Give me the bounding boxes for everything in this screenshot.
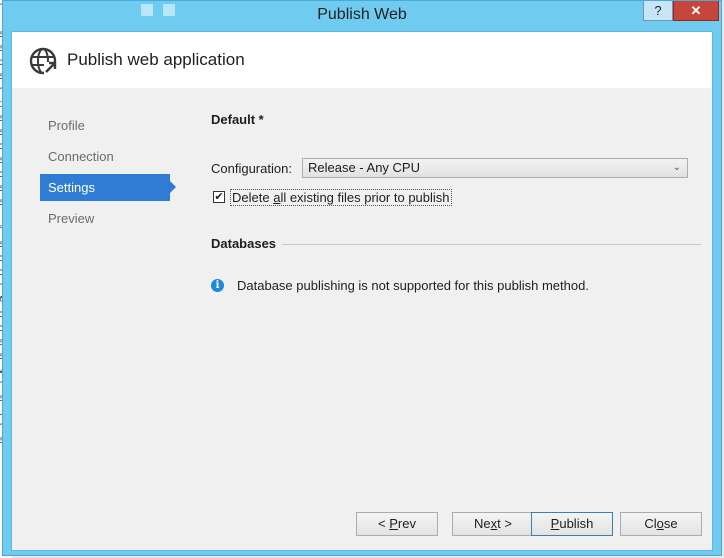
settings-panel: Default * Configuration: Release - Any C… — [211, 112, 701, 293]
button-label-part: < — [378, 516, 390, 531]
window-title: Publish Web — [317, 6, 407, 23]
button-label-accel: o — [656, 516, 664, 531]
button-label-part: se — [663, 516, 678, 531]
configuration-value: Release - Any CPU — [308, 160, 420, 175]
close-button[interactable]: Close — [620, 512, 702, 536]
configuration-row: Configuration: Release - Any CPU ⌄ — [211, 158, 701, 180]
databases-message: Database publishing is not supported for… — [237, 278, 589, 293]
nav-item-connection[interactable]: Connection — [40, 143, 176, 170]
databases-title: Databases — [211, 236, 283, 251]
dialog-footer: < Prev Next > Publish Close — [12, 512, 712, 538]
publish-button[interactable]: Publish — [531, 512, 613, 536]
chevron-down-icon: ⌄ — [672, 162, 681, 173]
button-label-part: rev — [397, 516, 416, 531]
wizard-nav: Profile Connection Settings Preview — [40, 112, 176, 236]
configuration-label: Configuration: — [211, 161, 292, 176]
prev-button[interactable]: < Prev — [356, 512, 438, 536]
dialog-header: Publish web application — [12, 32, 712, 88]
profile-name: Default * — [211, 112, 264, 127]
delete-files-label-part: ll existing files prior to publish — [280, 190, 450, 205]
info-icon: i — [211, 279, 224, 292]
configuration-select[interactable]: Release - Any CPU ⌄ — [302, 158, 688, 178]
nav-item-profile[interactable]: Profile — [40, 112, 176, 139]
button-label-accel: P — [389, 516, 398, 531]
delete-files-label[interactable]: Delete all existing files prior to publi… — [230, 189, 452, 206]
nav-item-settings[interactable]: Settings — [40, 174, 176, 201]
delete-files-label-part: Delete — [232, 190, 274, 205]
button-label-part: t > — [497, 516, 512, 531]
button-label-part: Ne — [474, 516, 491, 531]
dialog-client-area: Publish web application Profile Connecti… — [11, 31, 713, 551]
title-bar[interactable]: Publish Web ? ✕ — [3, 1, 721, 31]
databases-section: Databases — [211, 236, 701, 254]
nav-item-preview[interactable]: Preview — [40, 205, 176, 232]
header-title: Publish web application — [67, 50, 245, 69]
button-label-part: Cl — [644, 516, 657, 531]
globe-publish-icon — [28, 46, 58, 76]
publish-web-dialog: Publish Web ? ✕ Publish web application … — [2, 0, 722, 556]
help-button[interactable]: ? — [643, 1, 673, 21]
delete-files-checkbox[interactable]: ✔ — [213, 191, 225, 203]
close-window-button[interactable]: ✕ — [673, 1, 719, 21]
next-button[interactable]: Next > — [452, 512, 534, 536]
button-label-part: ublish — [559, 516, 594, 531]
section-divider — [211, 244, 701, 245]
databases-info-row: i Database publishing is not supported f… — [211, 278, 701, 298]
